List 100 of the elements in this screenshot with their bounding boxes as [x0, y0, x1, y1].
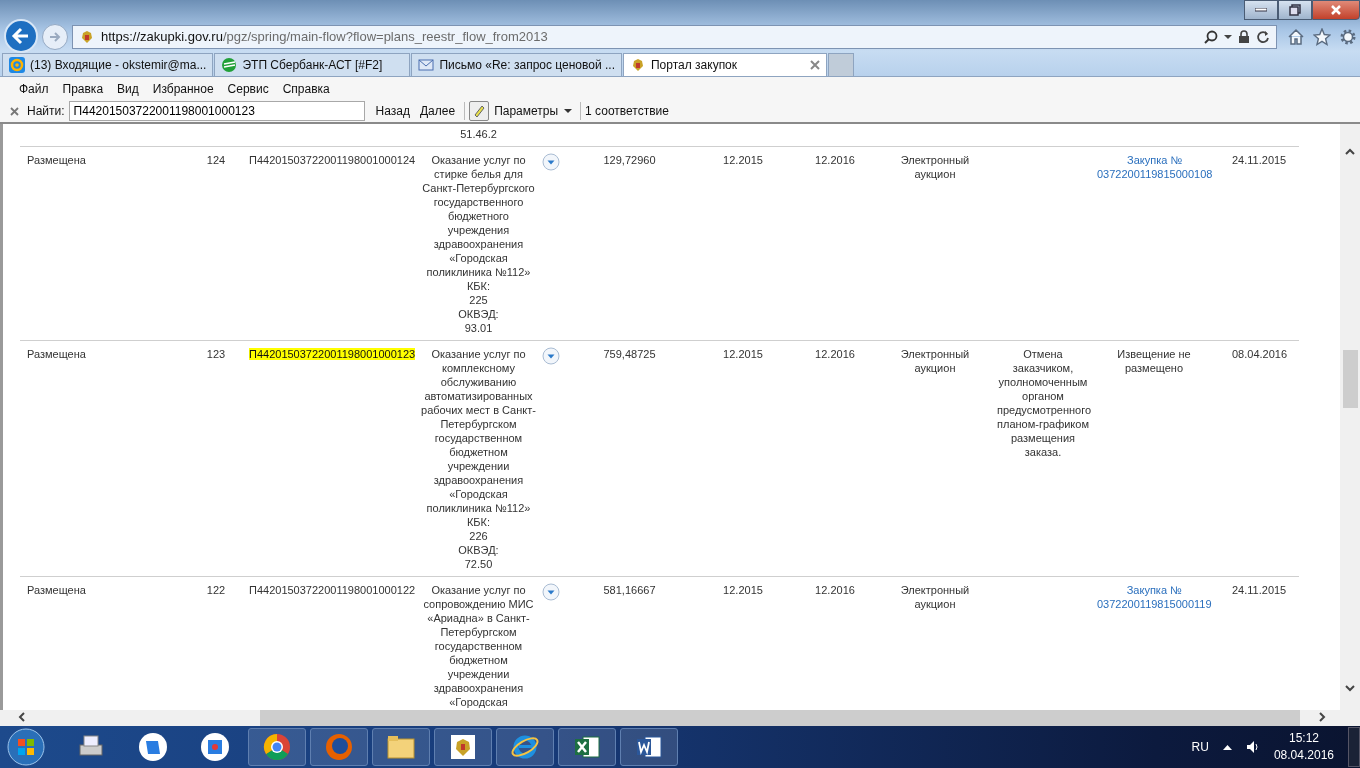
- leaf-logo-icon: [221, 57, 238, 73]
- row-number: 122: [206, 584, 226, 596]
- status-text: Размещена: [27, 348, 86, 360]
- browser-tab[interactable]: Письмо «Re: запрос ценовой ...: [411, 53, 622, 76]
- scroll-thumb[interactable]: [1342, 350, 1358, 408]
- minimize-icon: [1255, 8, 1267, 12]
- close-icon: [1330, 4, 1342, 16]
- start-date: 12.2015: [723, 154, 763, 166]
- caret-icon[interactable]: [1224, 33, 1232, 40]
- kbk-value: 226: [469, 529, 488, 543]
- menu-item[interactable]: Справка: [275, 81, 337, 96]
- tray-arrow-icon[interactable]: [1222, 744, 1232, 750]
- kbk-label: КБК:: [466, 515, 491, 529]
- okved-label: ОКВЭД:: [458, 307, 499, 321]
- description-text: Оказание услуг по стирке белья для Санкт-Петербургского государственного бюджетного учреждения здравоохранения «Городская поликлиника №112»: [421, 153, 536, 279]
- arrow-right-icon[interactable]: [1316, 711, 1328, 723]
- okved-value: 51.46.2: [460, 127, 497, 141]
- folder-icon[interactable]: [372, 728, 430, 766]
- restore-icon: [1289, 4, 1301, 16]
- restore-button[interactable]: [1278, 0, 1312, 20]
- vertical-scrollbar[interactable]: [1340, 124, 1360, 710]
- browser-tab[interactable]: ЭТП Сбербанк-АСТ [#F2]: [214, 53, 411, 76]
- price-text: 581,16667: [603, 584, 656, 596]
- status-text: Размещена: [27, 584, 86, 596]
- menu-item[interactable]: Избранное: [145, 81, 221, 96]
- settings-icon[interactable]: [1339, 27, 1357, 46]
- refresh-icon[interactable]: [1256, 29, 1270, 44]
- highlight-button[interactable]: [469, 101, 490, 121]
- description-text: Оказание услуг по комплексному обслуживанию автоматизированных рабочих мест в Санкт-Петербургском государственном бюджетном учреждении здравоохранения «Городская поликлиника №112»: [420, 347, 537, 515]
- date-text: 24.11.2015: [1232, 584, 1287, 596]
- method-text: Электронный аукцион: [900, 584, 970, 610]
- arrow-left-icon[interactable]: [16, 711, 28, 723]
- purchase-status: Извещение не размещено: [1117, 348, 1191, 374]
- clock[interactable]: 15:12 08.04.2016: [1273, 730, 1334, 764]
- menu-item[interactable]: Правка: [55, 81, 111, 96]
- okved-label: ОКВЭД:: [458, 543, 499, 557]
- emblem-icon: [79, 28, 95, 45]
- purchase-link[interactable]: Закупка № 0372200119815000108: [1097, 153, 1213, 181]
- lock-icon[interactable]: [1238, 29, 1250, 44]
- menu-item[interactable]: Файл: [12, 81, 56, 96]
- date-text: 08.04.2016: [1232, 348, 1288, 360]
- arrow-right-icon: [48, 29, 62, 44]
- description-text: Оказание услуг по сопровождению МИС «Ариадна» в Санкт-Петербургском государственном бюджетном учреждении здравоохранения «Городская: [422, 583, 535, 709]
- start-button[interactable]: [4, 727, 48, 767]
- search-icon[interactable]: [1204, 29, 1218, 44]
- horizontal-scrollbar[interactable]: [0, 710, 1360, 726]
- dropdown-icon[interactable]: [542, 153, 560, 171]
- find-label: Найти:: [27, 104, 65, 118]
- arrow-left-icon: [11, 25, 31, 46]
- envelope-icon: [418, 57, 435, 73]
- okved-value: 72.50: [464, 557, 493, 571]
- close-icon[interactable]: [810, 60, 820, 70]
- plan-code: П44201503722001198001000123: [249, 348, 416, 360]
- at-sign-icon: [9, 57, 25, 73]
- dropdown-icon[interactable]: [542, 347, 560, 365]
- emblem-icon[interactable]: [434, 728, 492, 766]
- end-date: 12.2016: [815, 584, 855, 596]
- star-icon[interactable]: [1313, 27, 1331, 46]
- price-text: 129,72960: [603, 154, 656, 166]
- menu-item[interactable]: Сервис: [220, 81, 276, 96]
- find-field[interactable]: П44201503722001198001000123: [68, 101, 365, 121]
- previous-button[interactable]: Назад: [370, 104, 415, 118]
- end-date: 12.2016: [815, 348, 855, 360]
- emblem-icon: [630, 57, 646, 73]
- minimize-button[interactable]: [1244, 0, 1278, 20]
- arrow-down-icon[interactable]: [1344, 682, 1356, 694]
- speaker-icon[interactable]: [1245, 740, 1260, 754]
- okved-value: 93.01: [464, 321, 493, 335]
- pencil-icon: [472, 104, 487, 118]
- dropdown-icon[interactable]: [542, 583, 560, 601]
- browser-tab[interactable]: (13) Входящие - okstemir@ma...: [2, 53, 214, 76]
- options-button[interactable]: Параметры: [494, 104, 577, 118]
- end-date: 12.2016: [815, 154, 855, 166]
- scroll-thumb[interactable]: [260, 710, 1300, 726]
- home-icon[interactable]: [1287, 27, 1305, 46]
- date-text: 24.11.2015: [1232, 154, 1287, 166]
- menu-item[interactable]: Вид: [110, 81, 146, 96]
- price-text: 759,48725: [603, 348, 656, 360]
- back-button[interactable]: [4, 18, 38, 53]
- next-button[interactable]: Далее: [414, 104, 461, 118]
- chrome-icon[interactable]: [248, 728, 306, 766]
- language-indicator[interactable]: RU: [1191, 740, 1209, 754]
- kbk-value: 225: [469, 293, 488, 307]
- row-number: 124: [206, 154, 226, 166]
- internet-explorer-icon[interactable]: [496, 728, 554, 766]
- close-icon[interactable]: [10, 106, 19, 116]
- caret-icon: [564, 108, 573, 114]
- method-text: Электронный аукцион: [900, 348, 970, 374]
- plan-code: П44201503722001198001000122: [249, 584, 416, 596]
- address-field[interactable]: https://zakupki.gov.ru/pgz/spring/main-flow?flow=plans_reestr_flow_from2013: [72, 24, 1277, 49]
- document-icon[interactable]: [620, 728, 678, 766]
- browser-tab[interactable]: Портал закупок: [623, 53, 827, 76]
- spreadsheet-icon[interactable]: [558, 728, 616, 766]
- start-date: 12.2015: [723, 584, 763, 596]
- note-text: Отмена заказчиком, уполномоченным органом предусмотренного планом-графиком размещения заказа.: [997, 348, 1092, 458]
- close-button[interactable]: [1312, 0, 1360, 20]
- plan-code: П44201503722001198001000124: [249, 154, 416, 166]
- start-date: 12.2015: [723, 348, 763, 360]
- kbk-label: КБК:: [466, 279, 491, 293]
- purchase-link[interactable]: Закупка № 0372200119815000119: [1097, 583, 1212, 611]
